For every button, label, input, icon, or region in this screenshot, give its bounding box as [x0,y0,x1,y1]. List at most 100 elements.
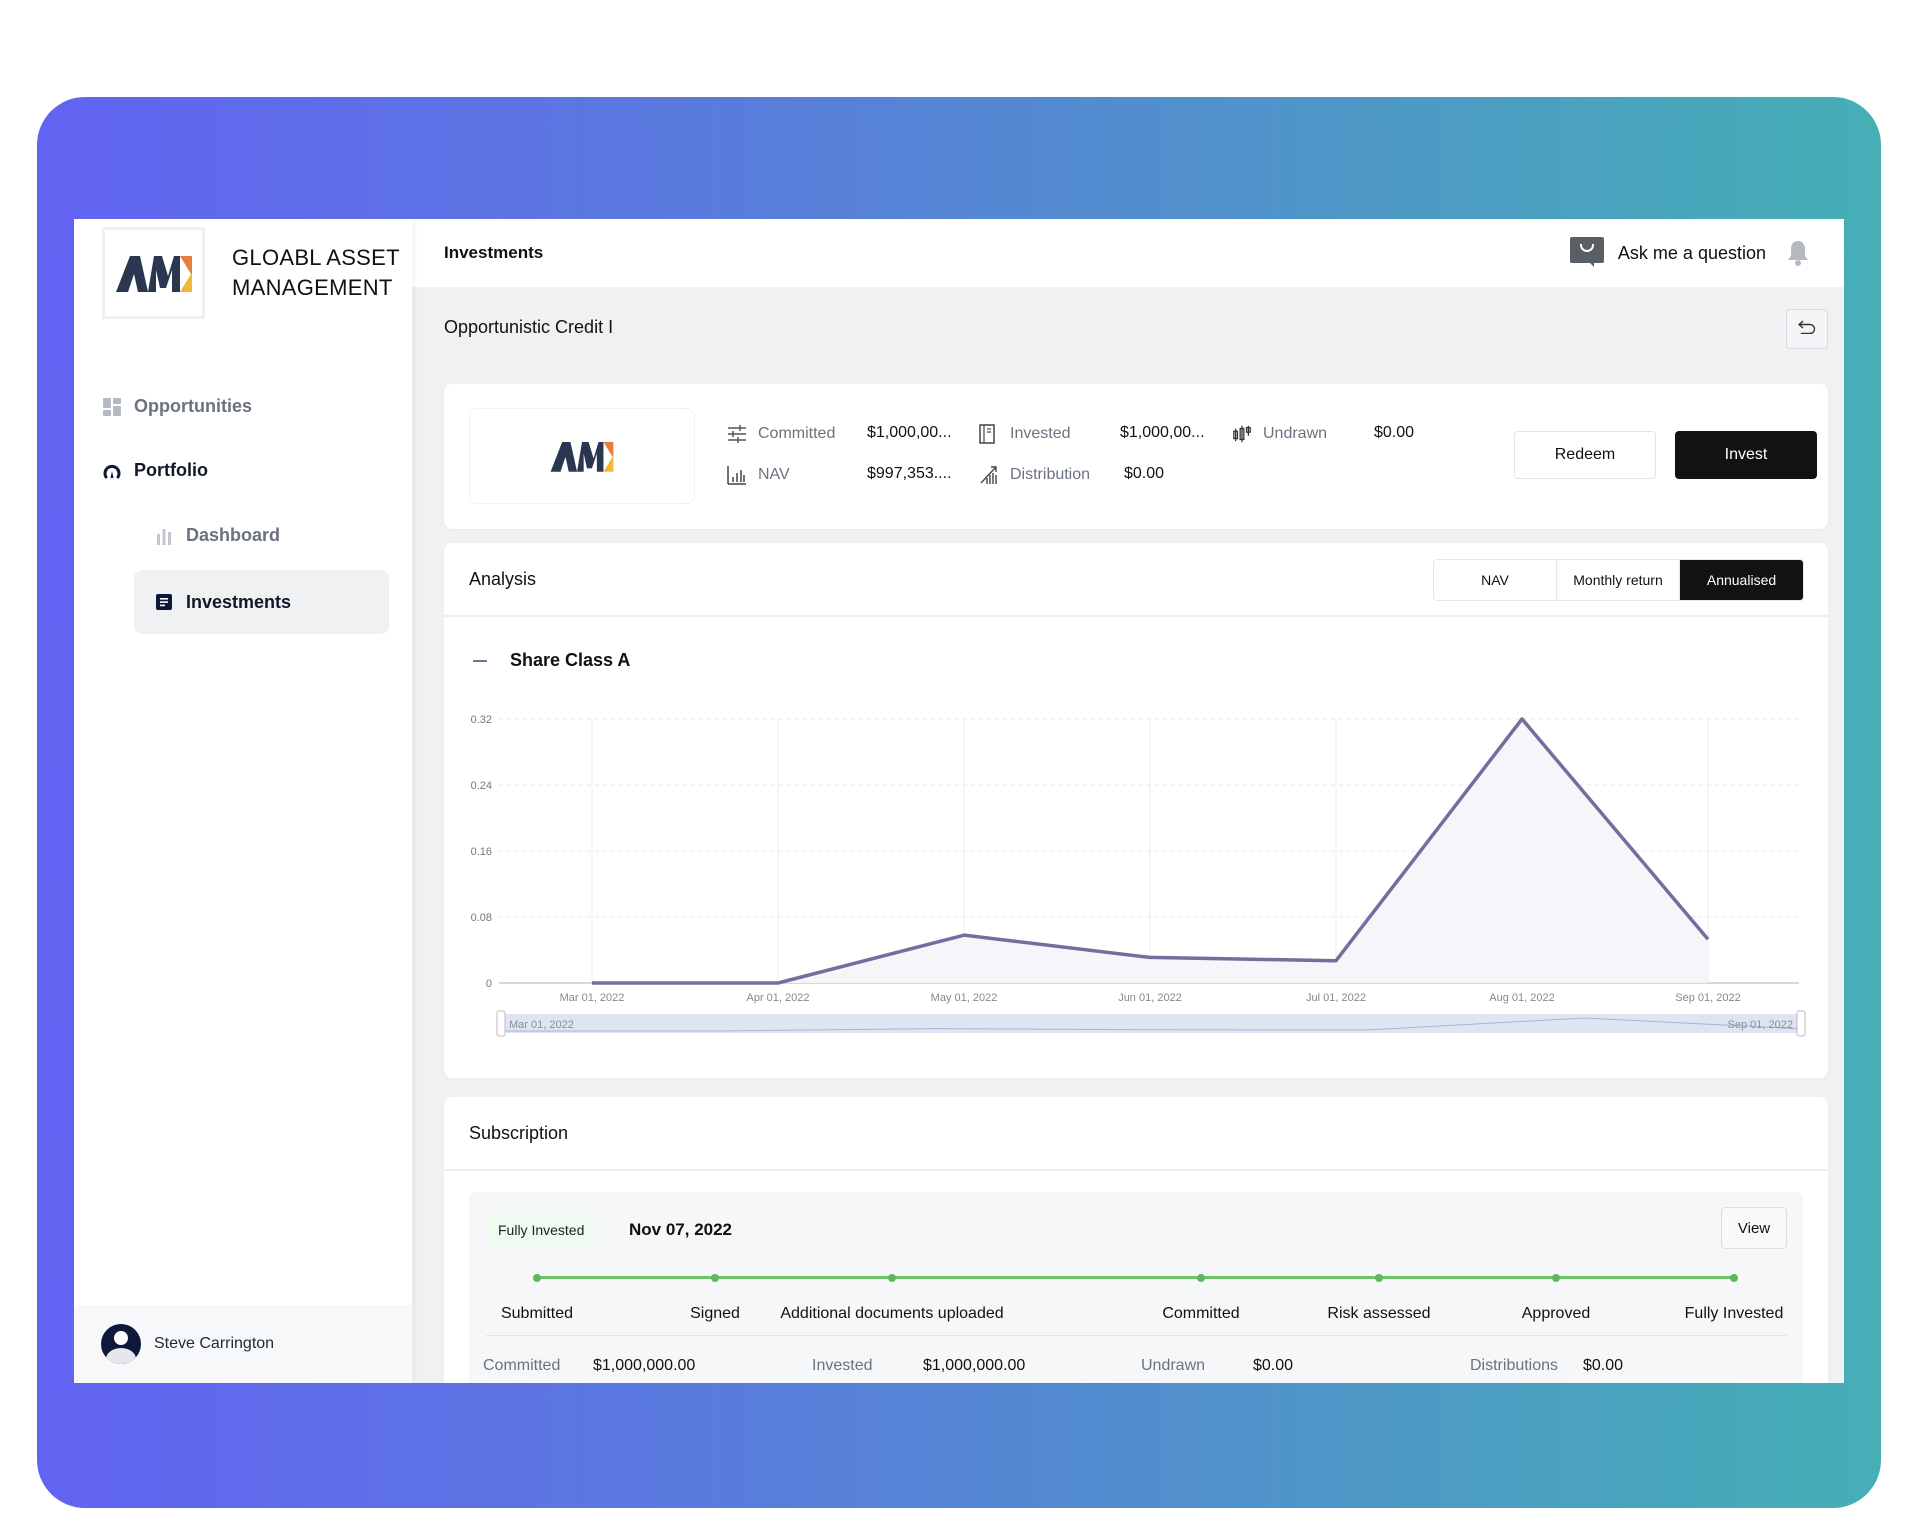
status-badge: Fully Invested [486,1214,597,1246]
y-tick-label: 0.32 [471,714,492,726]
metric-distribution-value: $0.00 [1124,465,1165,482]
page-title: Investments [444,243,544,262]
metric-label: Invested [1010,425,1071,442]
y-tick-label: 0.24 [471,780,492,792]
x-tick-label: Jul 01, 2022 [1306,992,1366,1004]
brand: GLOABL ASSET MANAGEMENT [102,227,400,319]
redeem-button[interactable]: Redeem [1514,431,1656,479]
divider [486,1335,1787,1336]
metric-nav-value: $997,353.... [867,465,952,482]
y-tick-label: 0 [486,978,492,990]
sidebar-item-portfolio[interactable]: Portfolio [102,460,208,481]
range-handle-end[interactable] [1796,1010,1806,1037]
chat-bubble-icon[interactable] [1569,237,1604,269]
sidebar-item-label: Dashboard [186,525,281,545]
step-label: Submitted [500,1305,574,1322]
sidebar-item-label: Opportunities [134,396,252,416]
fund-logo [469,408,695,504]
grid-icon [102,397,122,417]
main-content: Opportunistic Credit I Committed $1,000,… [412,287,1844,1383]
line-chart: 0 0.08 0.16 0.24 0.32 Mar 01, 2022 Apr 01, 202… [471,714,1806,1037]
stat-distributions: Distributions $0.00 [1470,1357,1623,1375]
analysis-card: Analysis NAV Monthly return Annualised S… [444,543,1828,1078]
avatar [101,1324,141,1364]
brand-name-line2: MANAGEMENT [232,275,393,300]
metric-nav: NAV [727,465,790,485]
book-icon [979,424,999,444]
step-dot [1375,1274,1383,1282]
metric-label: NAV [758,466,790,483]
stat-invested: Invested $1,000,000.00 [812,1357,1025,1375]
user-profile[interactable]: Steve Carrington [74,1305,412,1383]
step-label: Approved [1521,1305,1591,1322]
user-name: Steve Carrington [154,1335,275,1352]
candlestick-icon [1232,424,1252,444]
view-button[interactable]: View [1721,1207,1787,1249]
metric-label: Committed [758,425,836,442]
stat-label: Undrawn [1141,1357,1206,1374]
sidebar-item-dashboard[interactable]: Dashboard [154,525,280,546]
top-bar: Investments Ask me a question [412,219,1844,287]
stat-value: $1,000,000.00 [923,1357,1026,1374]
metric-committed: Committed [727,424,835,444]
metric-undrawn: Undrawn [1232,424,1327,444]
ask-question-link[interactable]: Ask me a question [1618,243,1766,264]
sliders-icon [727,424,747,444]
sidebar-item-label: Investments [186,591,292,612]
subscription-date: Nov 07, 2022 [629,1220,733,1239]
subscription-title: Subscription [469,1123,569,1143]
step-dot [533,1274,541,1282]
stat-label: Distributions [1470,1357,1559,1374]
subscription-item: Fully Invested Nov 07, 2022 View Submitt… [469,1192,1803,1383]
sidebar-item-investments[interactable]: Investments [134,570,389,634]
stat-value: $1,000,000.00 [593,1357,696,1374]
bell-icon[interactable] [1786,239,1810,267]
metric-invested-value: $1,000,00... [1120,424,1205,441]
x-tick-label: Jun 01, 2022 [1118,992,1182,1004]
y-tick-label: 0.08 [471,912,492,924]
step-dot [1552,1274,1560,1282]
metric-committed-value: $1,000,00... [867,424,952,441]
step-dot [1730,1274,1738,1282]
invest-button[interactable]: Invest [1675,431,1817,479]
brand-logo [102,227,205,319]
undo-arrow-icon [1797,319,1816,339]
x-tick-label: Aug 01, 2022 [1489,992,1554,1004]
step-label: Signed [690,1305,740,1322]
step-dot [888,1274,896,1282]
stat-label: Committed [483,1357,561,1374]
subscription-header: Subscription [444,1097,1828,1171]
stat-undrawn: Undrawn $0.00 [1141,1357,1293,1375]
range-start-label: Mar 01, 2022 [509,1019,574,1031]
fund-summary-card: Committed $1,000,00... Invested $1,000,0… [444,384,1828,529]
bar-chart-icon [727,465,747,485]
fund-title: Opportunistic Credit I [444,317,614,337]
am-logo-icon [115,256,192,292]
sidebar-item-opportunities[interactable]: Opportunities [102,396,252,417]
step-label: Risk assessed [1327,1305,1431,1322]
step-label: Committed [1162,1305,1240,1322]
step-dot [1197,1274,1205,1282]
signal-icon [979,465,999,485]
am-logo-icon [550,441,614,472]
metric-undrawn-value: $0.00 [1374,424,1415,441]
range-handle-start[interactable] [496,1010,506,1037]
x-tick-label: Sep 01, 2022 [1675,992,1740,1004]
stat-value: $0.00 [1583,1357,1624,1374]
metric-label: Undrawn [1263,425,1328,442]
bar-chart-icon [154,526,174,546]
sidebar-item-label: Portfolio [134,460,208,480]
document-icon [154,592,174,612]
brand-name-line1: GLOABL ASSET [232,245,400,270]
step-label: Additional documents uploaded [780,1305,1004,1322]
stat-label: Invested [812,1357,873,1374]
stat-committed: Committed $1,000,000.00 [483,1357,695,1375]
step-dot [711,1274,719,1282]
metric-label: Distribution [1010,466,1091,483]
back-button[interactable] [1786,309,1828,349]
metric-invested: Invested [979,424,1070,444]
x-tick-label: Mar 01, 2022 [560,992,625,1004]
y-tick-label: 0.16 [471,846,492,858]
step-label: Fully Invested [1684,1305,1784,1322]
brand-name: GLOABL ASSET MANAGEMENT [232,243,400,303]
